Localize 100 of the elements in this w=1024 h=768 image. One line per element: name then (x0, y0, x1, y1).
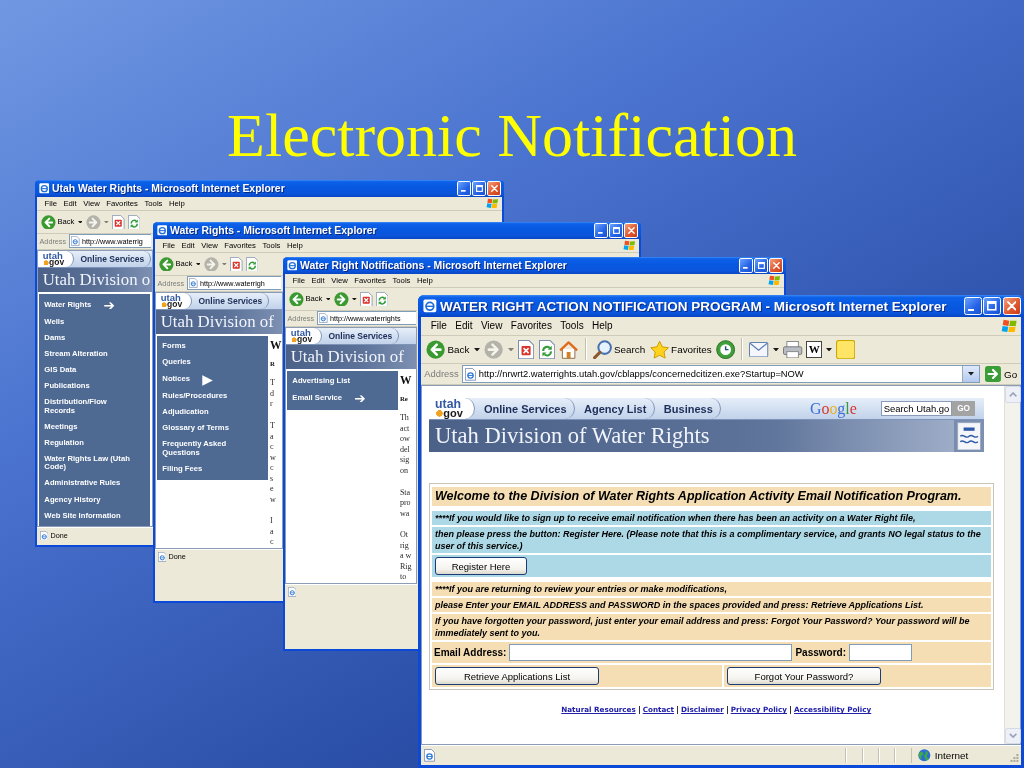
scrollbar[interactable] (1003, 386, 1020, 745)
minimize-icon (460, 190, 466, 192)
site-logo[interactable]: utah gov (286, 327, 322, 344)
maximize-button[interactable] (754, 258, 769, 273)
refresh-icon (245, 256, 259, 272)
maximize-icon (757, 262, 765, 269)
forward-button[interactable] (332, 289, 350, 309)
page-heading: W (269, 339, 282, 353)
search-field[interactable]: Search Utah.go (880, 401, 953, 417)
maximize-icon (475, 185, 483, 192)
refresh-button[interactable] (537, 337, 556, 362)
refresh-icon (127, 214, 141, 230)
search-button[interactable]: Search (591, 337, 647, 362)
register-button[interactable]: Register Here (435, 557, 527, 576)
form-heading: Welcome to the Division of Water Rights Application Activity Email Notification Program. (432, 487, 991, 507)
refresh-button[interactable] (375, 289, 390, 309)
page-paragraph: T d r (269, 378, 276, 410)
close-icon (773, 262, 780, 269)
page-heading: W (399, 374, 413, 388)
caret-icon (507, 347, 514, 352)
window-title: WATER RIGHT ACTION NOTIFICATION PROGRAM - Microsoft Internet Explorer (440, 298, 947, 314)
stop-icon (518, 339, 535, 360)
retrieve-button[interactable]: Retrieve Applications List (435, 667, 599, 686)
house-icon (559, 339, 579, 360)
address-dropdown-button[interactable] (962, 366, 979, 382)
email-field[interactable] (509, 644, 793, 662)
nav-tab[interactable]: Online Services (475, 398, 576, 420)
editor-button[interactable]: W (806, 341, 823, 358)
page-icon (287, 587, 297, 597)
password-field[interactable] (849, 644, 912, 662)
address-label: Address (424, 369, 459, 380)
minimize-button[interactable] (739, 258, 754, 273)
envelope-icon (749, 341, 769, 358)
caret-icon (825, 347, 832, 352)
close-button[interactable] (769, 258, 784, 273)
chevron-up-icon (1008, 391, 1017, 397)
page-icon (157, 552, 167, 562)
caret-icon (77, 220, 83, 224)
close-button[interactable] (487, 181, 502, 196)
menu-item[interactable]: File (426, 320, 452, 332)
site-logo[interactable]: utah gov (38, 250, 74, 267)
media-button[interactable] (715, 337, 737, 362)
stop-button[interactable] (517, 337, 536, 362)
maximize-button[interactable] (983, 296, 1002, 316)
printer-icon (783, 340, 803, 359)
page-paragraph: Sta pro wa (399, 487, 412, 520)
site-title: Utah Division of Water Rights (435, 423, 710, 450)
minimize-button[interactable] (963, 296, 982, 316)
resize-grip-icon (1008, 753, 1019, 764)
minimize-icon (597, 232, 603, 234)
globe-icon (918, 749, 931, 762)
field-label: Email Address: (434, 647, 507, 659)
page-icon (424, 749, 436, 762)
nav-tab[interactable]: Online Services (321, 327, 400, 344)
menu-item[interactable]: Favorites (506, 320, 557, 332)
scroll-down-button[interactable] (1004, 727, 1021, 745)
caret-icon (968, 372, 975, 376)
form-note: ****If you would like to sign up to receive email notification when there has been an activity on a Water Right file, (432, 511, 991, 526)
stop-button[interactable] (229, 254, 244, 274)
close-icon (628, 227, 635, 234)
maximize-button[interactable] (609, 223, 624, 238)
caret-icon (195, 262, 201, 266)
caret-icon (222, 262, 227, 266)
site-logo[interactable]: utah gov (156, 292, 192, 309)
refresh-button[interactable] (127, 212, 142, 232)
site-logo[interactable]: utah gov (429, 398, 476, 420)
stop-icon (112, 214, 125, 230)
flag-icon (768, 275, 782, 287)
close-button[interactable] (1002, 296, 1021, 316)
site-title: Utah Division o (42, 270, 151, 290)
flag-icon (1000, 318, 1018, 333)
menu-item[interactable]: Help (587, 320, 617, 332)
close-icon (491, 185, 498, 192)
clock-icon (716, 339, 736, 360)
address-field[interactable]: http://nrwrt2.waterrights.utah.gov/cblapps/concernedcitizen.exe?Startup=NOW (461, 365, 980, 383)
favorites-button[interactable]: Favorites (648, 337, 713, 362)
caret-icon (352, 297, 357, 301)
page-paragraph: Th act ow del sig on (399, 413, 411, 477)
refresh-button[interactable] (245, 254, 260, 274)
menu-item[interactable]: View (476, 320, 507, 332)
minimize-button[interactable] (594, 223, 609, 238)
nav-tab[interactable]: Online Services (191, 292, 270, 309)
nav-tab[interactable]: Online Services (73, 250, 152, 267)
forgot-password-button[interactable]: Forgot Your Password? (727, 667, 881, 686)
stop-button[interactable] (111, 212, 126, 232)
flag-icon (623, 240, 637, 252)
caret-icon (773, 347, 780, 352)
nav-tab[interactable]: Business (655, 398, 722, 420)
nav-tab[interactable]: Agency List (575, 398, 656, 420)
minimize-button[interactable] (457, 181, 472, 196)
menu-item[interactable]: Tools (556, 320, 588, 332)
stop-button[interactable] (359, 289, 374, 309)
go-button[interactable]: Go (983, 366, 1020, 383)
page-paragraph: I a c (269, 516, 275, 548)
close-button[interactable] (624, 223, 639, 238)
minimize-icon (967, 308, 974, 311)
menu-item[interactable]: Edit (451, 320, 477, 332)
pointer-icon: ▶ (202, 374, 213, 385)
maximize-button[interactable] (472, 181, 487, 196)
back-button[interactable]: Back (424, 337, 471, 362)
